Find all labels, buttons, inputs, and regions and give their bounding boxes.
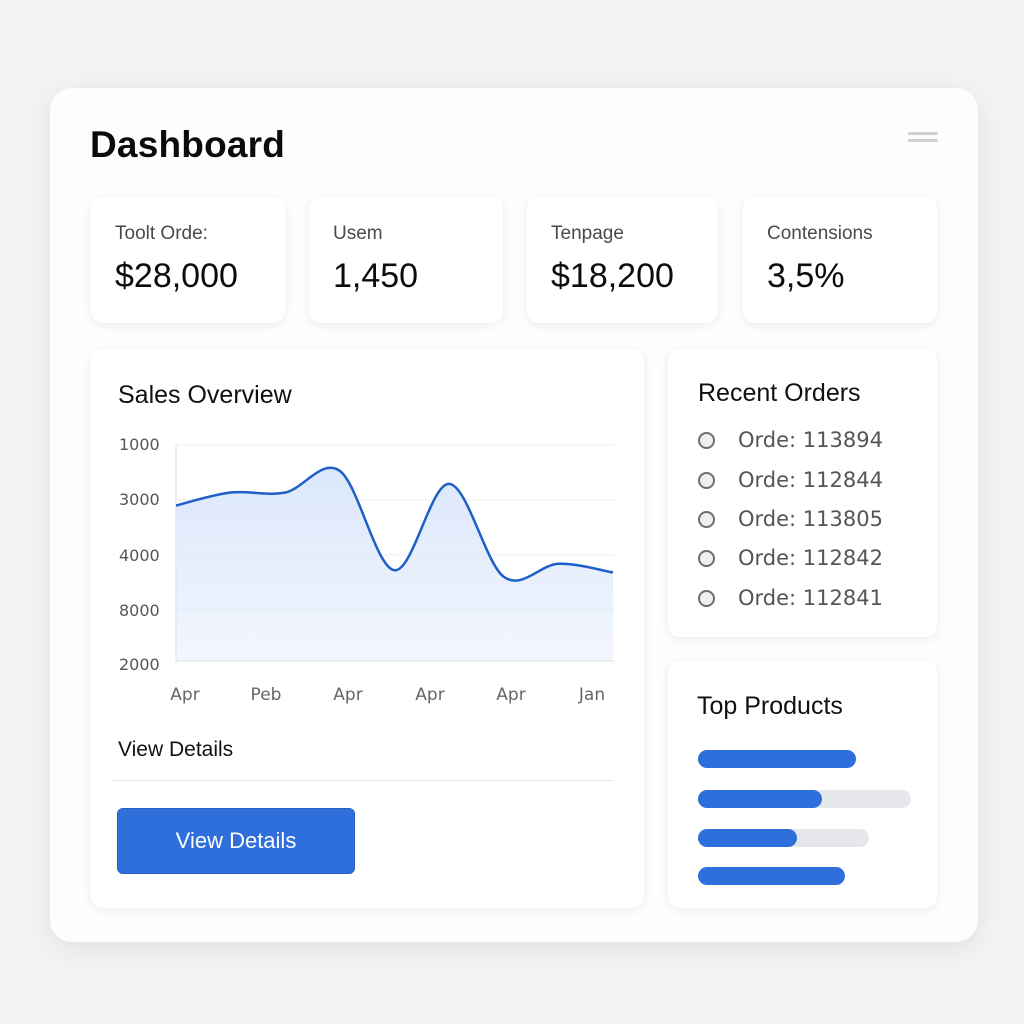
sales-overview-title: Sales Overview xyxy=(118,381,292,409)
stat-card-conversions: Contensions 3,5% xyxy=(743,197,937,323)
product-bar-fill xyxy=(698,867,845,885)
stat-card-total-orders: Toolt Orde: $28,000 xyxy=(91,197,285,323)
order-list-item[interactable]: Orde: 112841 xyxy=(698,586,918,616)
order-list-item[interactable]: Orde: 112844 xyxy=(698,468,918,498)
x-tick-label: Apr xyxy=(415,685,445,705)
product-bar-track xyxy=(698,867,845,885)
order-list-item[interactable]: Orde: 112842 xyxy=(698,546,918,576)
order-label: Orde: 113894 xyxy=(738,428,883,452)
stat-label: Contensions xyxy=(767,223,873,244)
page-title: Dashboard xyxy=(90,124,286,165)
stat-card-pages: Tenpage $18,200 xyxy=(527,197,718,323)
x-tick-label: Apr xyxy=(496,685,526,705)
stat-card-users: Usem 1,450 xyxy=(309,197,503,323)
radio-button[interactable] xyxy=(698,550,715,567)
radio-button[interactable] xyxy=(698,472,715,489)
order-list-item[interactable]: Orde: 113894 xyxy=(698,428,918,458)
stat-label: Usem xyxy=(333,223,383,244)
product-bar-track xyxy=(698,750,856,768)
product-bar-fill xyxy=(698,829,798,847)
product-bar-track xyxy=(698,829,869,847)
product-bar-fill xyxy=(698,790,822,808)
radio-button[interactable] xyxy=(698,511,715,528)
y-tick-label: 3000 xyxy=(119,490,160,509)
recent-orders-title: Recent Orders xyxy=(698,379,861,407)
divider xyxy=(112,780,614,781)
view-details-link[interactable]: View Details xyxy=(118,738,233,762)
product-bar-fill xyxy=(698,750,856,768)
stat-value: $18,200 xyxy=(551,257,674,295)
x-tick-label: Jan xyxy=(578,685,606,705)
order-label: Orde: 112844 xyxy=(738,468,883,492)
hamburger-menu-icon[interactable] xyxy=(908,130,940,144)
stat-value: 1,450 xyxy=(333,257,419,295)
y-tick-label: 2000 xyxy=(119,655,160,674)
radio-button[interactable] xyxy=(698,590,715,607)
order-label: Orde: 112841 xyxy=(738,586,883,610)
product-bar-track xyxy=(698,790,911,808)
x-tick-label: Apr xyxy=(333,685,363,705)
order-label: Orde: 112842 xyxy=(738,546,883,570)
stat-label: Tenpage xyxy=(551,223,624,244)
radio-button[interactable] xyxy=(698,432,715,449)
y-tick-label: 8000 xyxy=(119,601,160,620)
y-tick-label: 1000 xyxy=(119,435,160,454)
view-details-button[interactable]: View Details xyxy=(117,808,355,874)
top-products-title: Top Products xyxy=(697,692,843,720)
order-label: Orde: 113805 xyxy=(738,507,883,531)
stat-value: $28,000 xyxy=(115,257,238,295)
stat-label: Toolt Orde: xyxy=(115,223,208,244)
stat-value: 3,5% xyxy=(767,257,845,295)
y-tick-label: 4000 xyxy=(119,546,160,565)
x-tick-label: Apr xyxy=(170,685,200,705)
x-tick-label: Peb xyxy=(250,685,282,705)
order-list-item[interactable]: Orde: 113805 xyxy=(698,507,918,537)
